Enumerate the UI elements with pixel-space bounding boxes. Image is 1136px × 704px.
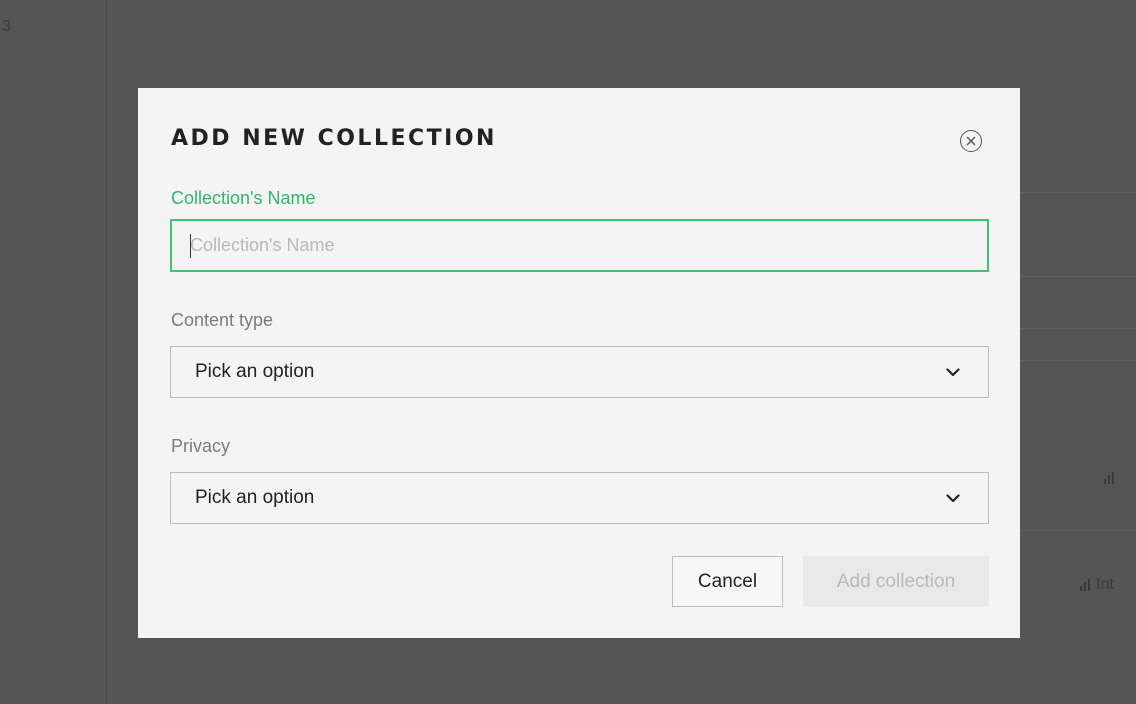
background-row-divider [1020, 192, 1136, 193]
close-button[interactable] [960, 130, 982, 152]
privacy-label: Privacy [171, 436, 231, 456]
bar-chart-icon [1080, 579, 1090, 591]
collection-name-input[interactable] [170, 219, 989, 272]
content-type-select[interactable]: Pick an option [170, 346, 989, 398]
chevron-down-icon [946, 493, 960, 502]
add-collection-dialog: ADD NEW COLLECTION Collection's Name Con… [138, 88, 1020, 638]
chevron-down-icon [946, 367, 960, 376]
background-row-divider [1020, 360, 1136, 361]
bar-chart-icon [1104, 472, 1114, 484]
privacy-select[interactable]: Pick an option [170, 472, 989, 524]
background-sidebar-divider [106, 0, 107, 704]
background-row-divider [1020, 328, 1136, 329]
background-row-divider [1020, 530, 1136, 531]
dialog-title: ADD NEW COLLECTION [171, 126, 497, 151]
background-stats [1104, 472, 1114, 484]
close-icon [966, 136, 976, 146]
content-type-label: Content type [171, 310, 274, 330]
privacy-selected-value: Pick an option [195, 487, 315, 508]
add-collection-button[interactable]: Add collection [803, 556, 989, 607]
background-page-number: 3 [2, 18, 11, 35]
background-stats: Int [1080, 576, 1114, 594]
text-cursor [190, 234, 191, 258]
cancel-button[interactable]: Cancel [672, 556, 783, 607]
background-stats-label: Int [1096, 576, 1114, 593]
background-row-divider [1020, 276, 1136, 277]
content-type-selected-value: Pick an option [195, 361, 315, 382]
collection-name-label: Collection's Name [171, 188, 316, 208]
